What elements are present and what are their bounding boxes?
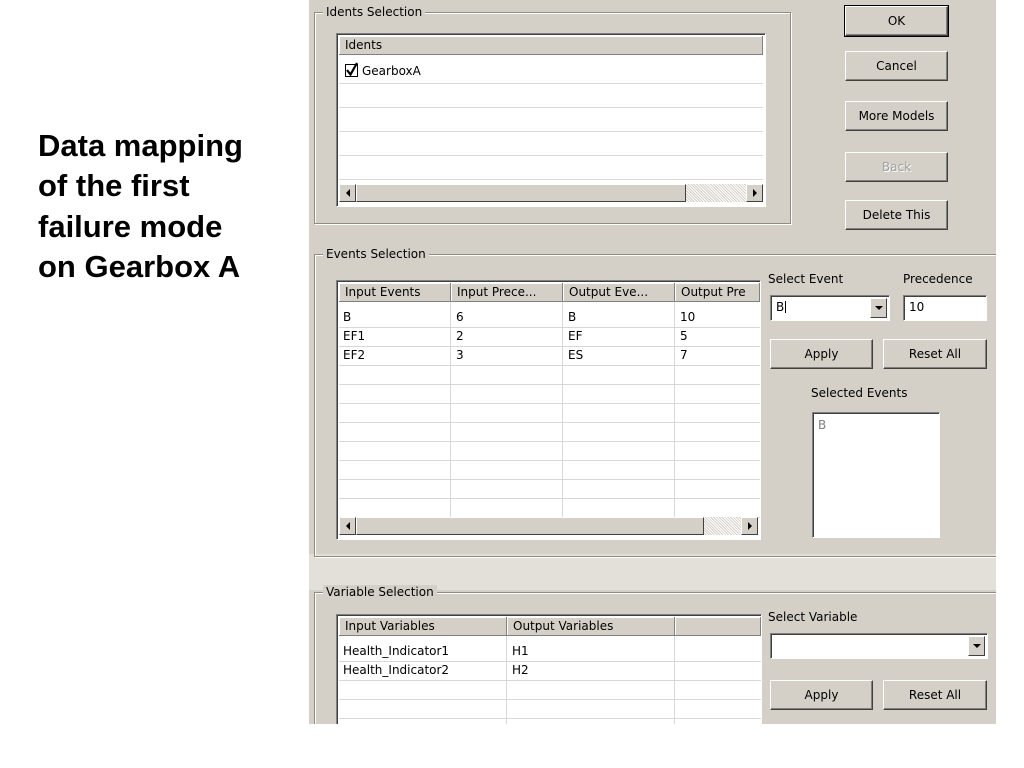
column-header[interactable]: Output Variables [507, 617, 675, 636]
slide-caption: Data mapping of the first failure mode o… [38, 126, 308, 287]
scroll-left-arrow-icon[interactable] [339, 184, 356, 202]
table-row [339, 442, 760, 461]
caption-line: failure mode [38, 208, 223, 244]
group-title: Variable Selection [323, 585, 437, 599]
table-row [339, 385, 760, 404]
group-title: Events Selection [323, 247, 429, 261]
selected-events-label: Selected Events [811, 386, 908, 400]
table-row [339, 366, 760, 385]
idents-selection-group: Idents Selection Idents GearboxA [314, 5, 791, 224]
table-row[interactable]: Health_Indicator1 H1 [339, 643, 761, 662]
table-row [339, 461, 760, 480]
table-row [339, 423, 760, 442]
table-row [339, 681, 761, 700]
select-variable-combobox[interactable] [770, 633, 988, 659]
column-header-idents[interactable]: Idents [339, 36, 763, 55]
table-row [339, 700, 761, 719]
mapping-dialog: OK Cancel More Models Back Delete This I… [309, 0, 996, 724]
table-row[interactable]: Health_Indicator2 H2 [339, 662, 761, 681]
events-reset-all-button[interactable]: Reset All [883, 339, 987, 369]
ok-button[interactable]: OK [844, 5, 949, 37]
events-horizontal-scrollbar[interactable] [339, 517, 758, 535]
column-header[interactable]: Input Events [339, 283, 451, 302]
table-row[interactable]: EF1 2 EF 5 [339, 328, 760, 347]
events-table[interactable]: Input Events Input Prece... Output Eve..… [336, 280, 761, 540]
table-row [339, 480, 760, 499]
idents-horizontal-scrollbar[interactable] [339, 184, 763, 202]
scroll-thumb[interactable] [356, 184, 686, 202]
list-item[interactable]: B [818, 417, 826, 434]
list-item[interactable]: GearboxA [339, 60, 763, 84]
events-selection-group: Events Selection Input Events Input Prec… [314, 247, 996, 557]
column-header[interactable]: Output Eve... [563, 283, 675, 302]
scroll-right-arrow-icon[interactable] [741, 517, 758, 535]
variables-apply-button[interactable]: Apply [770, 680, 873, 710]
more-models-button[interactable]: More Models [845, 101, 948, 131]
checkbox-gearboxa[interactable] [345, 62, 358, 77]
back-button[interactable]: Back [845, 152, 948, 182]
idents-list[interactable]: Idents GearboxA [336, 33, 766, 207]
chevron-down-icon[interactable] [870, 298, 887, 318]
chevron-down-icon[interactable] [968, 636, 985, 656]
variables-table[interactable]: Input Variables Output Variables Health_… [336, 614, 762, 724]
list-item [339, 108, 763, 132]
variable-selection-group: Variable Selection Input Variables Outpu… [314, 585, 996, 724]
scroll-thumb[interactable] [356, 517, 704, 535]
group-title: Idents Selection [323, 5, 426, 19]
select-variable-label: Select Variable [768, 610, 858, 624]
scroll-right-arrow-icon[interactable] [746, 184, 763, 202]
caption-line: Data mapping [38, 128, 243, 163]
table-row[interactable]: EF2 3 ES 7 [339, 347, 760, 366]
variables-reset-all-button[interactable]: Reset All [883, 680, 987, 710]
delete-this-button[interactable]: Delete This [845, 200, 948, 230]
column-header[interactable]: Input Variables [339, 617, 507, 636]
select-event-label: Select Event [768, 272, 844, 286]
text-caret [785, 301, 787, 313]
ident-label: GearboxA [362, 64, 421, 78]
table-row [339, 499, 760, 518]
select-event-combobox[interactable]: B [770, 295, 890, 321]
events-apply-button[interactable]: Apply [770, 339, 873, 369]
table-row[interactable]: B 6 B 10 [339, 309, 760, 328]
precedence-label: Precedence [903, 272, 973, 286]
caption-line: of the first [38, 168, 190, 204]
scroll-left-arrow-icon[interactable] [339, 517, 356, 535]
table-row [339, 404, 760, 423]
column-header[interactable] [675, 617, 761, 636]
column-header[interactable]: Output Pre [675, 283, 760, 302]
selected-events-list[interactable]: B [812, 412, 940, 538]
cancel-button[interactable]: Cancel [845, 51, 948, 81]
caption-line: on Gearbox A [38, 248, 241, 284]
column-header[interactable]: Input Prece... [451, 283, 563, 302]
check-icon [346, 62, 358, 77]
list-item [339, 132, 763, 156]
list-item [339, 156, 763, 180]
precedence-input[interactable]: 10 [903, 295, 987, 321]
list-item [339, 84, 763, 108]
